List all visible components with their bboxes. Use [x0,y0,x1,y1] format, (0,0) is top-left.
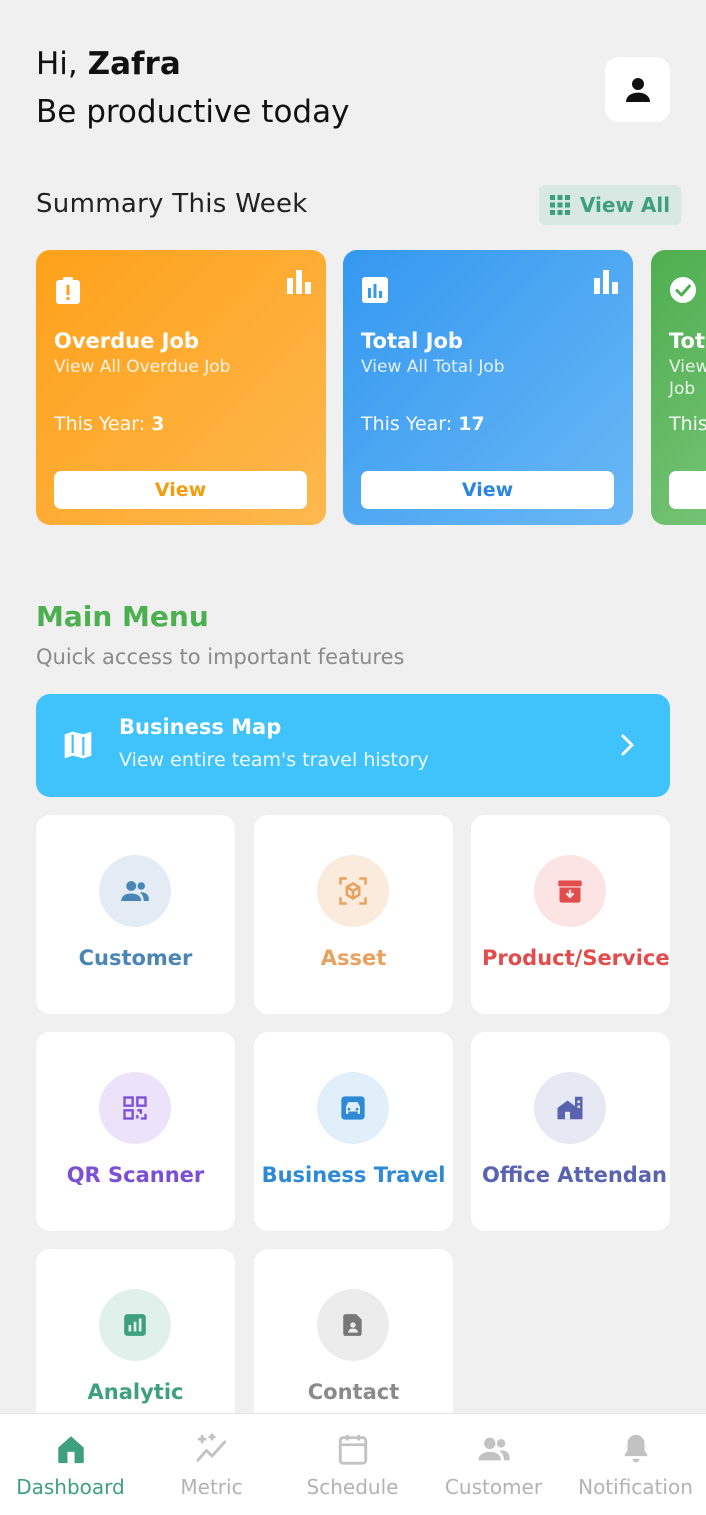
tile-label: Product/Service [482,946,670,970]
tile-label: Customer [78,946,193,970]
card-year: This Year: 3 [54,413,164,435]
nav-label: Metric [180,1475,243,1499]
menu-tile-product-service[interactable]: Product/Service [471,815,670,1014]
nav-dashboard[interactable]: Dashboard [0,1414,141,1515]
tile-label: Business Travel [261,1163,446,1187]
tile-label: Analytic [87,1380,184,1404]
summary-card-overdue[interactable]: Overdue Job View All Overdue Job This Ye… [36,250,326,525]
nav-label: Schedule [306,1475,399,1499]
analytic-chart-icon [99,1289,171,1361]
grid-icon [549,195,570,215]
menu-tile-business-travel[interactable]: Business Travel [254,1032,453,1231]
nav-notification[interactable]: Notification [565,1414,706,1515]
menu-tile-office-attendance[interactable]: Office Attendan [471,1032,670,1231]
card-title: Overdue Job [54,329,199,353]
sparkle-chart-icon [195,1433,226,1462]
users-icon [477,1437,510,1461]
menu-tile-asset[interactable]: Asset [254,815,453,1014]
calendar-icon [338,1434,367,1465]
car-icon [317,1072,389,1144]
year-label: This [669,413,706,435]
nav-label: Customer [444,1475,543,1499]
nav-customer[interactable]: Customer [423,1414,564,1515]
home-icon [57,1436,84,1464]
view-all-label: View All [579,193,671,217]
year-value: 17 [458,413,485,435]
business-map-title: Business Map [119,715,282,739]
summary-title: Summary This Week [36,189,308,219]
tile-label: Office Attendan [482,1163,667,1187]
tile-label: Contact [307,1380,400,1404]
map-icon [64,731,92,759]
chevron-right-icon [621,734,634,756]
clipboard-alert-icon [56,277,80,304]
view-button[interactable] [669,471,706,509]
card-subtitle: View All Overdue Job [54,357,231,377]
profile-button[interactable] [605,57,670,122]
card-title: Total Job [361,329,463,353]
office-building-icon [534,1072,606,1144]
card-subtitle: View [669,357,706,377]
bar-chart-icon [594,270,618,294]
year-label: This Year: [361,413,453,435]
nav-schedule[interactable]: Schedule [282,1414,423,1515]
card-year: This Year: 17 [361,413,485,435]
year-label: This Year: [54,413,146,435]
customer-icon [99,855,171,927]
nav-metric[interactable]: Metric [141,1414,282,1515]
user-icon [625,77,650,102]
card-subtitle: View All Total Job [361,357,505,377]
tagline: Be productive today [36,94,350,130]
chart-box-icon [362,277,388,303]
main-menu-subtitle: Quick access to important features [36,645,405,669]
menu-tile-customer[interactable]: Customer [36,815,235,1014]
card-subtitle-2: Job [669,379,696,399]
nav-label: Notification [578,1475,693,1499]
bottom-navigation: Dashboard Metric Schedule Customer Notif… [0,1413,706,1515]
business-map-banner[interactable]: Business Map View entire team's travel h… [36,694,670,797]
summary-card-total[interactable]: Total Job View All Total Job This Year: … [343,250,633,525]
asset-box-icon [317,855,389,927]
view-button[interactable]: View [54,471,307,509]
main-menu-title: Main Menu [36,600,209,633]
contact-card-icon [317,1289,389,1361]
nav-label: Dashboard [16,1475,125,1499]
bar-chart-icon [287,270,311,294]
check-circle-icon [670,277,696,303]
view-button[interactable]: View [361,471,614,509]
year-value: 3 [151,413,165,435]
user-name: Zafra [87,46,181,82]
view-all-button[interactable]: View All [539,185,681,225]
greeting: Hi, Zafra [36,46,181,82]
bell-icon [624,1434,647,1463]
greeting-prefix: Hi, [36,46,78,82]
summary-card-completed[interactable]: Tot View Job This [651,250,706,525]
qr-code-icon [99,1072,171,1144]
archive-box-icon [534,855,606,927]
card-title: Tot [669,329,706,353]
tile-label: QR Scanner [66,1163,205,1187]
tile-label: Asset [320,946,387,970]
business-map-subtitle: View entire team's travel history [119,749,429,771]
menu-tile-qr-scanner[interactable]: QR Scanner [36,1032,235,1231]
